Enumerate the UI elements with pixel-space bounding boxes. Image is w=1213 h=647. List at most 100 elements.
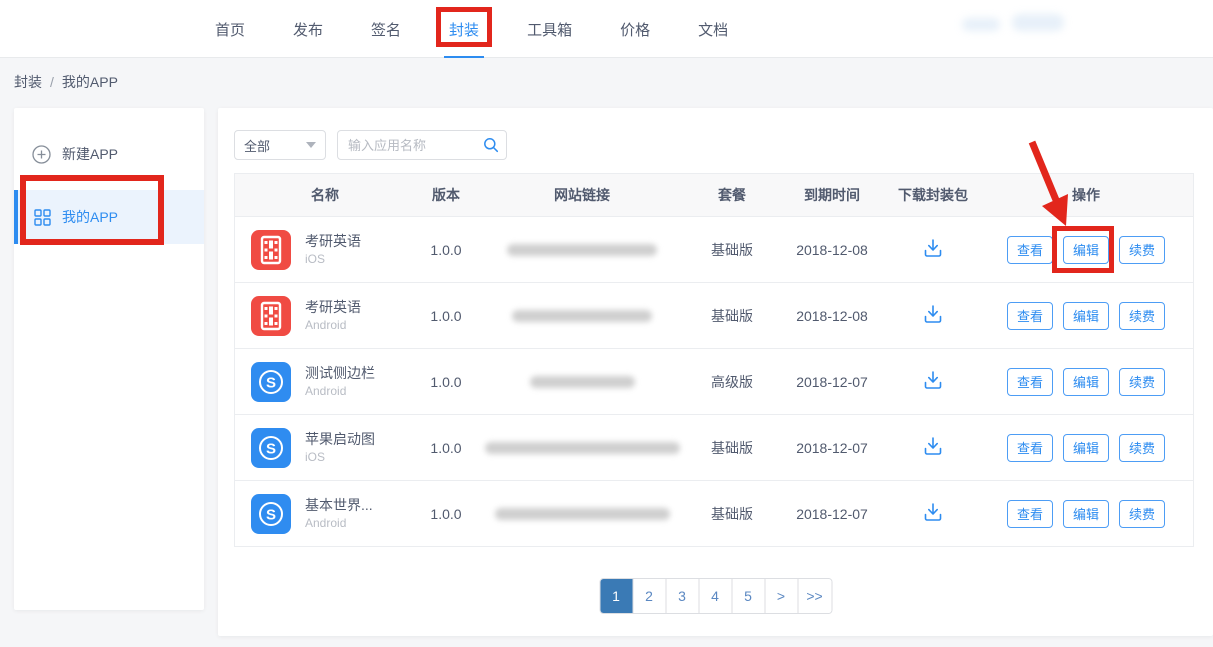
breadcrumb-section[interactable]: 封装 (14, 72, 42, 92)
renew-button[interactable]: 续费 (1119, 500, 1165, 528)
view-button[interactable]: 查看 (1007, 236, 1053, 264)
breadcrumb: 封装 / 我的APP (14, 58, 118, 106)
download-icon[interactable] (922, 435, 944, 457)
sidebar-item-my-app[interactable]: 我的APP (14, 190, 204, 244)
search-input[interactable] (337, 130, 507, 160)
nav-item-publish[interactable]: 发布 (288, 0, 328, 58)
table-row: 考研英语iOS 1.0.0 基础版 2018-12-08 查看 编辑 续费 (235, 216, 1193, 282)
s-logo-app-icon: S (251, 494, 291, 534)
col-header-expiry: 到期时间 (777, 185, 887, 205)
download-icon[interactable] (922, 237, 944, 259)
blurred-site-link (485, 442, 680, 454)
app-expiry: 2018-12-07 (777, 374, 887, 390)
app-expiry: 2018-12-08 (777, 242, 887, 258)
edit-button[interactable]: 编辑 (1063, 434, 1109, 462)
download-icon[interactable] (922, 369, 944, 391)
sidebar-item-new-app[interactable]: 新建APP (14, 134, 204, 174)
type-select-value: 全部 (244, 136, 270, 155)
table-row: S 苹果启动图iOS 1.0.0 基础版 2018-12-07 查看 编辑 续费 (235, 414, 1193, 480)
app-name: 测试侧边栏 (305, 364, 375, 383)
renew-button[interactable]: 续费 (1119, 236, 1165, 264)
table-row: S 测试侧边栏Android 1.0.0 高级版 2018-12-07 查看 编… (235, 348, 1193, 414)
sidebar-item-label: 新建APP (62, 144, 118, 164)
app-name: 基本世界... (305, 496, 373, 515)
view-button[interactable]: 查看 (1007, 434, 1053, 462)
nav-item-toolbox[interactable]: 工具箱 (522, 0, 577, 58)
type-select[interactable]: 全部 (234, 130, 326, 160)
nav-item-price[interactable]: 价格 (615, 0, 655, 58)
table-header-row: 名称 版本 网站链接 套餐 到期时间 下载封装包 操作 (235, 174, 1193, 216)
app-version: 1.0.0 (415, 308, 477, 324)
download-icon[interactable] (922, 501, 944, 523)
grid-icon (34, 209, 51, 226)
view-button[interactable]: 查看 (1007, 302, 1053, 330)
film-app-icon (251, 296, 291, 336)
app-name: 考研英语 (305, 232, 361, 251)
chevron-down-icon (306, 142, 316, 148)
app-name: 苹果启动图 (305, 430, 375, 449)
nav-item-home[interactable]: 首页 (210, 0, 250, 58)
renew-button[interactable]: 续费 (1119, 302, 1165, 330)
table-row: S 基本世界...Android 1.0.0 基础版 2018-12-07 查看… (235, 480, 1193, 546)
app-plan: 基础版 (687, 306, 777, 326)
page-button-5[interactable]: 5 (732, 579, 765, 613)
svg-text:S: S (266, 440, 276, 457)
view-button[interactable]: 查看 (1007, 500, 1053, 528)
page-button-1[interactable]: 1 (600, 579, 633, 613)
col-header-plan: 套餐 (687, 185, 777, 205)
app-table: 名称 版本 网站链接 套餐 到期时间 下载封装包 操作 考研英语iOS 1.0.… (234, 173, 1194, 547)
film-app-icon (251, 230, 291, 270)
breadcrumb-separator: / (50, 74, 54, 90)
blurred-account-info (962, 18, 1000, 31)
app-version: 1.0.0 (415, 440, 477, 456)
sidebar: 新建APP 我的APP (14, 108, 204, 610)
blurred-site-link (512, 310, 652, 322)
page-button-2[interactable]: 2 (633, 579, 666, 613)
app-platform: Android (305, 383, 375, 399)
main-nav: 首页 发布 签名 封装 工具箱 价格 文档 (210, 0, 733, 58)
blurred-site-link (530, 376, 635, 388)
nav-item-docs[interactable]: 文档 (693, 0, 733, 58)
app-plan: 基础版 (687, 240, 777, 260)
app-platform: iOS (305, 251, 361, 267)
view-button[interactable]: 查看 (1007, 368, 1053, 396)
app-version: 1.0.0 (415, 506, 477, 522)
pagination: 1 2 3 4 5 > >> (599, 578, 832, 614)
nav-item-package[interactable]: 封装 (444, 0, 484, 58)
main-content: 全部 名称 版本 网站链接 套餐 到期时间 下载封装包 操作 考研英 (218, 108, 1213, 636)
last-page-button[interactable]: >> (798, 579, 831, 613)
page-button-4[interactable]: 4 (699, 579, 732, 613)
plus-circle-icon (32, 145, 51, 164)
app-platform: Android (305, 317, 361, 333)
blurred-account-info (1012, 14, 1064, 31)
top-nav-bar: 首页 发布 签名 封装 工具箱 价格 文档 (0, 0, 1213, 58)
page-button-3[interactable]: 3 (666, 579, 699, 613)
col-header-name: 名称 (235, 185, 415, 205)
app-plan: 基础版 (687, 504, 777, 524)
blurred-site-link (495, 508, 670, 520)
blurred-site-link (507, 244, 657, 256)
renew-button[interactable]: 续费 (1119, 368, 1165, 396)
s-logo-app-icon: S (251, 362, 291, 402)
app-platform: iOS (305, 449, 375, 465)
s-logo-app-icon: S (251, 428, 291, 468)
col-header-version: 版本 (415, 185, 477, 205)
search-icon[interactable] (483, 137, 499, 153)
app-version: 1.0.0 (415, 374, 477, 390)
edit-button[interactable]: 编辑 (1063, 236, 1109, 264)
svg-text:S: S (266, 506, 276, 523)
table-row: 考研英语Android 1.0.0 基础版 2018-12-08 查看 编辑 续… (235, 282, 1193, 348)
edit-button[interactable]: 编辑 (1063, 500, 1109, 528)
edit-button[interactable]: 编辑 (1063, 302, 1109, 330)
next-page-button[interactable]: > (765, 579, 798, 613)
edit-button[interactable]: 编辑 (1063, 368, 1109, 396)
download-icon[interactable] (922, 303, 944, 325)
breadcrumb-current: 我的APP (62, 72, 118, 92)
app-expiry: 2018-12-07 (777, 506, 887, 522)
sidebar-item-label: 我的APP (62, 207, 118, 227)
col-header-link: 网站链接 (477, 185, 687, 205)
col-header-download: 下载封装包 (887, 185, 979, 205)
nav-item-sign[interactable]: 签名 (366, 0, 406, 58)
app-expiry: 2018-12-08 (777, 308, 887, 324)
renew-button[interactable]: 续费 (1119, 434, 1165, 462)
